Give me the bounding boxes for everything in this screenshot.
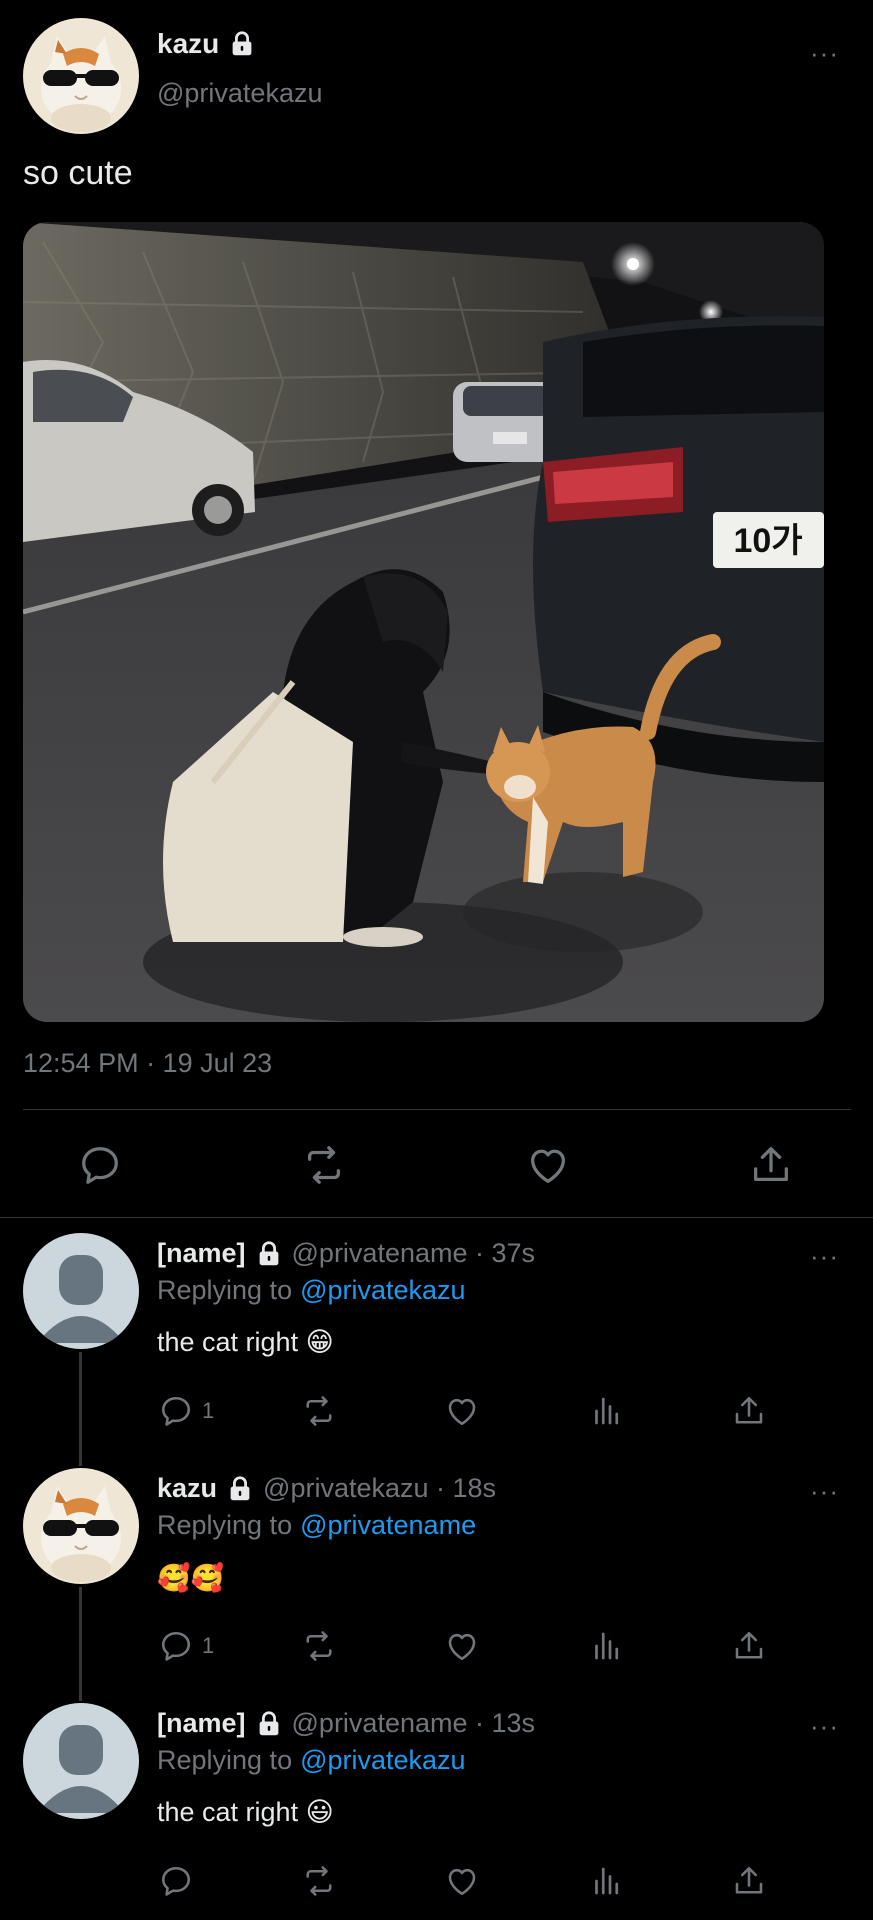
analytics-icon — [589, 1863, 625, 1899]
retweet-icon — [300, 1628, 338, 1664]
tweet-text: so cute — [23, 154, 133, 192]
retweet-button[interactable] — [300, 1142, 348, 1188]
retweet-button[interactable] — [300, 1393, 338, 1429]
reply-button[interactable] — [77, 1142, 123, 1188]
avatar[interactable] — [23, 1468, 139, 1584]
replying-to: Replying to @privatename — [157, 1510, 476, 1541]
reply-count: 1 — [202, 1398, 215, 1423]
more-icon[interactable]: ··· — [810, 1713, 839, 1739]
replying-to-link[interactable]: @privatekazu — [300, 1275, 465, 1306]
display-name[interactable]: kazu — [157, 1473, 217, 1504]
cat-avatar-icon — [23, 1468, 139, 1584]
display-name[interactable]: [name] — [157, 1238, 246, 1269]
more-icon[interactable]: ··· — [810, 40, 839, 66]
author-name-row: [name] @privatename · 37s — [157, 1238, 535, 1269]
reply-button[interactable]: 1 — [158, 1393, 214, 1429]
like-icon — [525, 1142, 571, 1188]
retweet-icon — [300, 1393, 338, 1429]
reply-icon — [158, 1628, 194, 1664]
retweet-icon — [300, 1863, 338, 1899]
retweet-button[interactable] — [300, 1863, 338, 1899]
handle-time[interactable]: @privatename · 13s — [292, 1708, 536, 1739]
share-icon — [731, 1863, 767, 1899]
handle-row: @privatekazu — [157, 78, 322, 109]
reply-icon — [77, 1142, 123, 1188]
reply-icon — [158, 1863, 194, 1899]
analytics-icon — [589, 1393, 625, 1429]
like-button[interactable] — [444, 1863, 480, 1899]
handle[interactable]: @privatekazu — [157, 78, 322, 109]
analytics-button[interactable] — [589, 1393, 625, 1429]
section-divider — [0, 1217, 873, 1218]
replying-label: Replying to — [157, 1275, 293, 1305]
share-icon — [748, 1142, 794, 1188]
like-button[interactable] — [444, 1628, 480, 1664]
reply-button[interactable]: 1 — [158, 1628, 214, 1664]
reply-button[interactable] — [158, 1863, 202, 1899]
default-avatar-icon — [23, 1703, 139, 1819]
thread-line — [79, 1352, 82, 1466]
avatar[interactable] — [23, 18, 139, 134]
like-button[interactable] — [525, 1142, 571, 1188]
tweet-photo[interactable]: 10가 — [23, 222, 824, 1022]
lock-icon — [225, 1474, 255, 1504]
share-icon — [731, 1628, 767, 1664]
photo-image: 10가 — [23, 222, 824, 1022]
retweet-icon — [300, 1142, 348, 1188]
more-icon[interactable]: ··· — [810, 1243, 839, 1269]
analytics-button[interactable] — [589, 1628, 625, 1664]
like-icon — [444, 1628, 480, 1664]
lock-icon — [254, 1709, 284, 1739]
display-name[interactable]: [name] — [157, 1708, 246, 1739]
tweet-text: the cat right 😁 — [157, 1327, 334, 1357]
svg-text:10가: 10가 — [733, 522, 802, 560]
avatar[interactable] — [23, 1703, 139, 1819]
tweet-text: the cat right 😃 — [157, 1797, 334, 1827]
lock-icon — [254, 1239, 284, 1269]
author-name-row: kazu @privatekazu · 18s — [157, 1473, 496, 1504]
replying-to-link[interactable]: @privatename — [300, 1510, 476, 1541]
share-button[interactable] — [731, 1393, 767, 1429]
like-button[interactable] — [444, 1393, 480, 1429]
replying-label: Replying to — [157, 1745, 293, 1775]
retweet-button[interactable] — [300, 1628, 338, 1664]
like-icon — [444, 1863, 480, 1899]
analytics-icon — [589, 1628, 625, 1664]
share-button[interactable] — [731, 1863, 767, 1899]
avatar[interactable] — [23, 1233, 139, 1349]
display-name[interactable]: kazu — [157, 28, 219, 60]
replying-to-link[interactable]: @privatekazu — [300, 1745, 465, 1776]
lock-icon — [227, 29, 257, 59]
main-tweet: kazu @privatekazu ··· so cute 10가 12:54 … — [0, 0, 873, 1218]
thread-line — [79, 1587, 82, 1701]
author-name-row: kazu — [157, 28, 257, 60]
author-name-row: [name] @privatename · 13s — [157, 1708, 535, 1739]
default-avatar-icon — [23, 1233, 139, 1349]
reply-count: 1 — [202, 1633, 215, 1658]
analytics-button[interactable] — [589, 1863, 625, 1899]
replying-label: Replying to — [157, 1510, 293, 1540]
like-icon — [444, 1393, 480, 1429]
share-button[interactable] — [748, 1142, 794, 1188]
share-button[interactable] — [731, 1628, 767, 1664]
timestamp: 12:54 PM · 19 Jul 23 — [23, 1048, 273, 1078]
tweet-text: 🥰🥰 — [157, 1563, 225, 1593]
handle-time[interactable]: @privatename · 37s — [292, 1238, 536, 1269]
divider — [23, 1109, 851, 1110]
handle-time[interactable]: @privatekazu · 18s — [263, 1473, 496, 1504]
cat-avatar-icon — [23, 18, 139, 134]
reply-icon — [158, 1393, 194, 1429]
share-icon — [731, 1393, 767, 1429]
replying-to: Replying to @privatekazu — [157, 1745, 466, 1776]
replying-to: Replying to @privatekazu — [157, 1275, 466, 1306]
more-icon[interactable]: ··· — [810, 1478, 839, 1504]
